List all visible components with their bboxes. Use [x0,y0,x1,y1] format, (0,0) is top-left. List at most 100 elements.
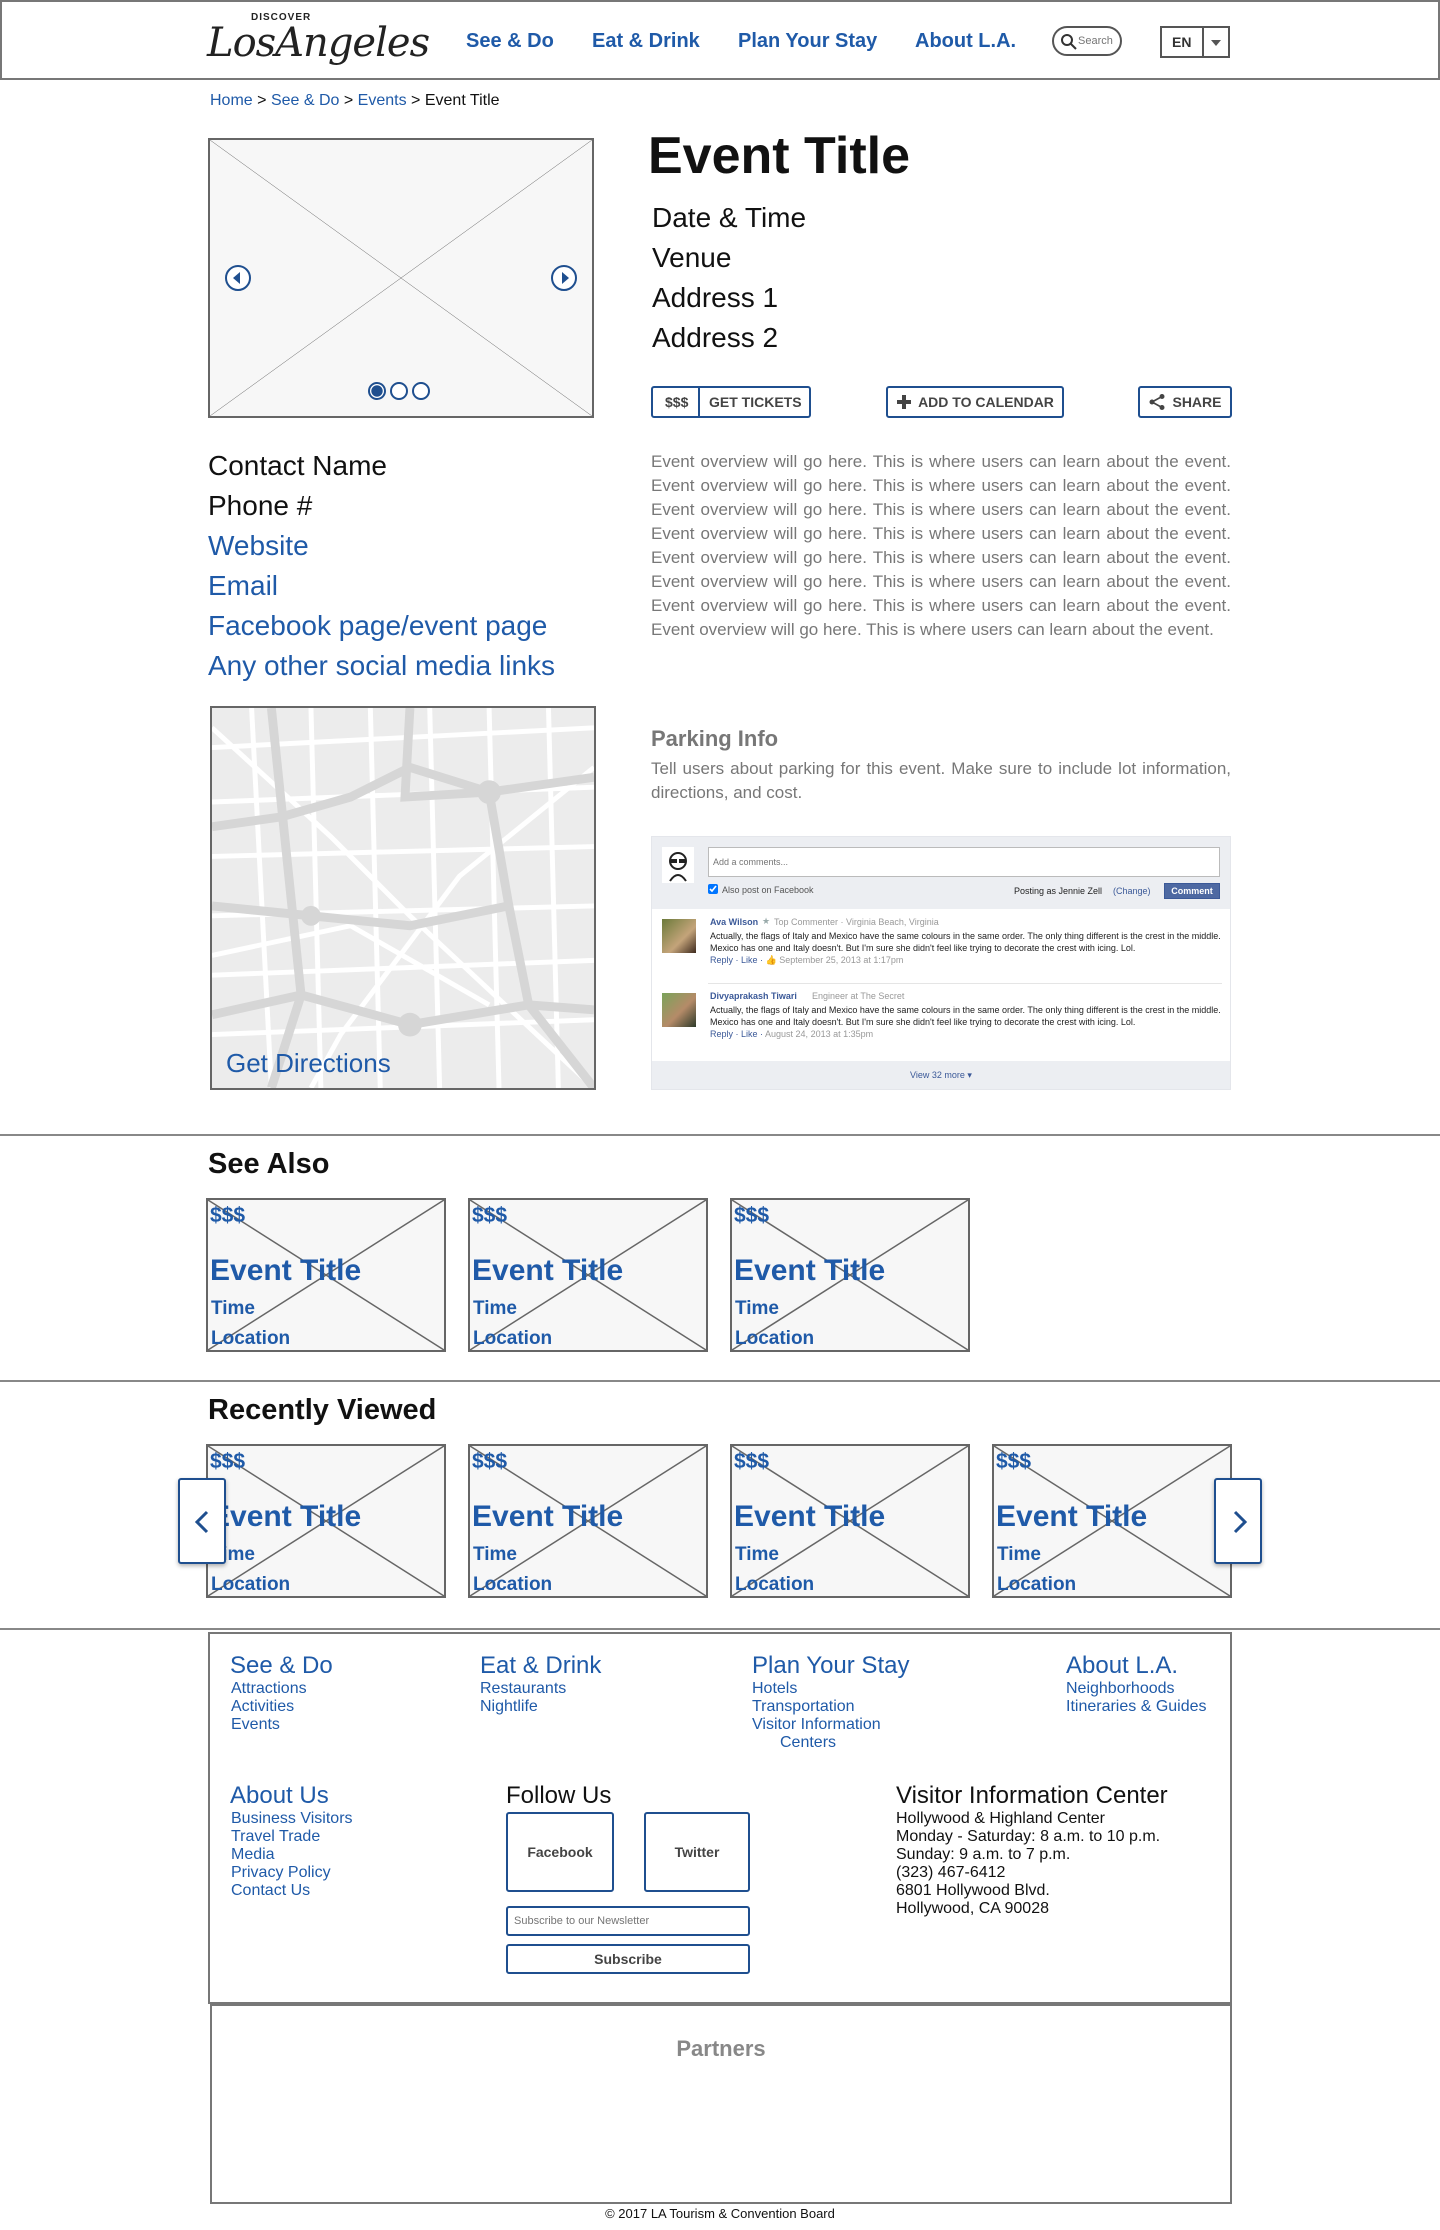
comment-actions-links[interactable]: Reply · Like · [710,1029,765,1039]
chevron-left-icon [194,1510,209,1534]
footer-link-attractions[interactable]: Attractions [231,1680,307,1698]
breadcrumb-see-do[interactable]: See & Do [271,92,339,109]
contact-name: Contact Name [208,450,387,481]
plus-icon [897,395,912,409]
carousel-next-icon[interactable] [550,264,578,292]
event-card[interactable]: $$$ Event Title Time Location [730,1444,970,1598]
comments-widget: Also post on Facebook Posting as Jennie … [651,836,1231,1090]
contact-website-link[interactable]: Website [208,526,555,566]
contact-social-link[interactable]: Any other social media links [208,646,555,686]
comment-author[interactable]: Divyaprakash Tiwari [710,991,797,1001]
footer-link-media[interactable]: Media [231,1846,353,1864]
event-card[interactable]: $$$ Event Title Time Location [730,1198,970,1352]
event-card[interactable]: $$$ Event Title Time Location [206,1444,446,1598]
carousel-next-button[interactable] [1214,1478,1262,1564]
share-icon [1149,394,1165,410]
carousel-prev-icon[interactable] [224,264,252,292]
map[interactable]: Get Directions [210,706,596,1090]
comment-input[interactable] [708,847,1220,877]
event-image-carousel [208,138,594,418]
search-field[interactable] [1052,26,1122,56]
newsletter-email-input[interactable] [506,1906,750,1936]
comment-actions-links[interactable]: Reply · Like · [710,955,766,965]
breadcrumb-events[interactable]: Events [358,92,407,109]
event-card[interactable]: $$$ Event Title Time Location [468,1444,708,1598]
share-button[interactable]: SHARE [1138,386,1232,418]
footer-link-privacy[interactable]: Privacy Policy [231,1864,353,1882]
share-label: SHARE [1172,394,1222,410]
thumbs-up-icon: 👍 [765,955,777,965]
footer-link-hotels[interactable]: Hotels [752,1680,881,1698]
language-select[interactable]: EN [1160,26,1230,58]
nav-see-do[interactable]: See & Do [466,30,554,53]
get-directions-link[interactable]: Get Directions [226,1048,391,1079]
search-input[interactable] [1078,33,1118,49]
parking-text: Tell users about parking for this event.… [651,759,1231,802]
add-to-calendar-button[interactable]: ADD TO CALENDAR [886,386,1064,418]
footer-link-centers[interactable]: Centers [752,1734,881,1752]
footer-heading-see-do[interactable]: See & Do [230,1652,333,1680]
footer-link-neighborhoods[interactable]: Neighborhoods [1066,1680,1207,1698]
nav-eat-drink[interactable]: Eat & Drink [592,30,700,53]
ticket-price: $$$ [665,394,689,410]
comment-compose: Also post on Facebook Posting as Jennie … [652,837,1230,909]
carousel-prev-button[interactable] [178,1478,226,1564]
footer-link-business[interactable]: Business Visitors [231,1810,353,1828]
footer-link-events[interactable]: Events [231,1716,307,1734]
breadcrumb-home[interactable]: Home [210,92,253,109]
card-location: Location [473,1574,553,1595]
event-card[interactable]: $$$ Event Title Time Location [992,1444,1232,1598]
footer-heading-about-la[interactable]: About L.A. [1066,1652,1178,1680]
footer-list-about-la: Neighborhoods Itineraries & Guides [1066,1680,1207,1716]
footer-link-itineraries[interactable]: Itineraries & Guides [1066,1698,1207,1716]
footer-list-plan-stay: Hotels Transportation Visitor Informatio… [752,1680,881,1752]
footer-link-nightlife[interactable]: Nightlife [480,1698,566,1716]
comment-item: Divyaprakash Tiwari Engineer at The Secr… [652,989,1230,1055]
nav-about-la[interactable]: About L.A. [915,30,1016,53]
carousel-dot[interactable] [412,382,430,400]
partners-title: Partners [676,2036,766,2061]
follow-us-title: Follow Us [506,1782,612,1809]
twitter-button[interactable]: Twitter [644,1812,750,1892]
chevron-down-icon [1211,40,1221,46]
comment-meta: Top Commenter · Virginia Beach, Virginia [774,917,939,927]
footer-link-transportation[interactable]: Transportation [752,1698,881,1716]
site-logo[interactable]: DISCOVER LosAngeles [207,8,432,74]
footer-link-contact[interactable]: Contact Us [231,1882,353,1900]
contact-facebook-link[interactable]: Facebook page/event page [208,606,555,646]
footer-link-activities[interactable]: Activities [231,1698,307,1716]
card-time: Time [735,1544,780,1565]
carousel-dot-active[interactable] [368,382,386,400]
comment-actions: Reply · Like · August 24, 2013 at 1:35pm [710,1029,873,1039]
get-tickets-button[interactable]: GET TICKETS [709,394,802,410]
comment-author[interactable]: Ava Wilson [710,917,758,927]
footer-link-restaurants[interactable]: Restaurants [480,1680,566,1698]
contact-email-link[interactable]: Email [208,566,555,606]
card-location: Location [473,1328,553,1349]
subscribe-button[interactable]: Subscribe [506,1944,750,1974]
change-account-link[interactable]: (Change) [1113,886,1151,896]
comment-submit-button[interactable]: Comment [1164,883,1220,899]
comment-actions: Reply · Like · 👍 September 25, 2013 at 1… [710,955,903,966]
carousel-dot[interactable] [390,382,408,400]
visitor-center-line: Hollywood, CA 90028 [896,1900,1049,1917]
footer-link-visitor-info[interactable]: Visitor Information [752,1716,881,1734]
facebook-button[interactable]: Facebook [506,1812,614,1892]
comment-date: September 25, 2013 at 1:17pm [779,955,904,965]
card-time: Time [211,1298,256,1319]
event-date-time: Date & Time [652,202,807,233]
also-post-checkbox[interactable] [708,884,718,894]
footer-heading-plan-stay[interactable]: Plan Your Stay [752,1652,909,1680]
footer-list-eat-drink: Restaurants Nightlife [480,1680,566,1716]
carousel-dots [368,382,430,400]
footer-heading-about-us[interactable]: About Us [230,1782,329,1810]
card-time: Time [735,1298,780,1319]
nav-plan-stay[interactable]: Plan Your Stay [738,30,877,53]
event-card[interactable]: $$$ Event Title Time Location [206,1198,446,1352]
card-price: $$$ [734,1204,770,1227]
footer-heading-eat-drink[interactable]: Eat & Drink [480,1652,601,1680]
view-more-comments[interactable]: View 32 more ▾ [652,1061,1230,1089]
footer-link-travel-trade[interactable]: Travel Trade [231,1828,353,1846]
event-card[interactable]: $$$ Event Title Time Location [468,1198,708,1352]
event-venue: Venue [652,242,732,273]
